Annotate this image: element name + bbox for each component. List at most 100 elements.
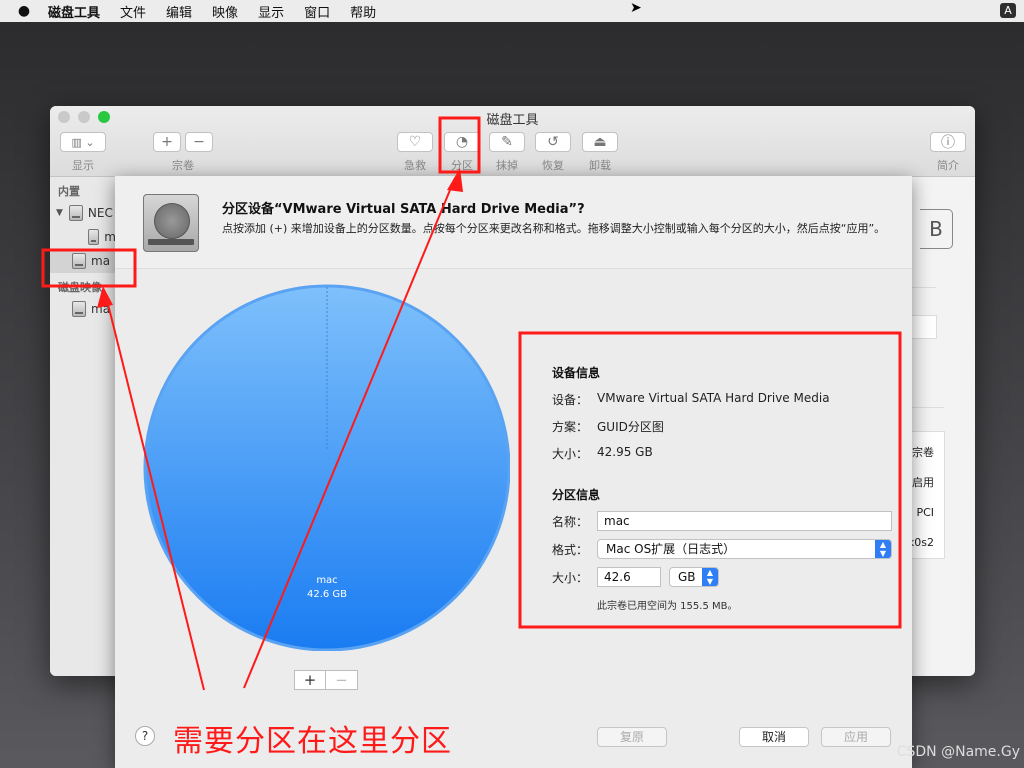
name-key: 名称： — [552, 514, 589, 529]
toolbar-restore: ↺ 恢复 — [533, 132, 573, 173]
unmount-button[interactable]: ⏏ — [582, 132, 618, 152]
input-source-badge[interactable]: A — [1000, 3, 1016, 18]
sidebar-item-label: ma — [91, 302, 111, 316]
size-key: 大小： — [552, 570, 589, 585]
info-cell: PCI — [916, 506, 934, 519]
menu-edit[interactable]: 编辑 — [166, 2, 192, 21]
size-unit-select[interactable]: GB ▲ ▼ — [669, 567, 719, 587]
sidebar-item-label: NEC — [87, 206, 113, 220]
restore-label: 恢复 — [542, 159, 564, 172]
help-button[interactable]: ? — [135, 726, 155, 746]
revert-button[interactable]: 复原 — [597, 727, 667, 747]
partition-button[interactable]: ◔ — [444, 132, 480, 152]
sheet-title: 分区设备“VMware Virtual SATA Hard Drive Medi… — [222, 202, 585, 217]
menu-app-name[interactable]: 磁盘工具 — [48, 2, 100, 21]
sidebar-item-disk[interactable]: ▼ NEC — [50, 201, 116, 225]
device-info-title: 设备信息 — [552, 366, 601, 380]
view-label: 显示 — [72, 159, 94, 172]
used-space-note: 此宗卷已用空间为 155.5 MB。 — [597, 601, 738, 612]
menu-window[interactable]: 窗口 — [304, 2, 330, 21]
toolbar-volume-group: + − 宗卷 — [151, 132, 215, 173]
disclosure-triangle-icon[interactable]: ▼ — [56, 208, 63, 218]
format-value: Mac OS扩展（日志式） — [606, 542, 736, 556]
sidebar-item-disk-image[interactable]: ma — [50, 297, 116, 321]
info-icon: ⓘ — [941, 135, 955, 151]
remove-volume-button[interactable]: − — [185, 132, 213, 152]
toolbar-partition: ◔ 分区 — [442, 132, 482, 173]
pie-slice-size: 42.6 GB — [307, 589, 347, 600]
partition-label: 分区 — [451, 159, 473, 172]
add-partition-button[interactable]: + — [294, 670, 326, 690]
mouse-cursor-icon: ➤ — [630, 0, 642, 16]
info-cell: 启用 — [912, 476, 934, 489]
unmount-label: 卸载 — [589, 159, 611, 172]
format-select[interactable]: Mac OS扩展（日志式） ▲ ▼ — [597, 539, 892, 559]
pie-chart-icon: ◔ — [455, 134, 469, 150]
toolbar-view-group: ▥ ⌄ 显示 — [58, 132, 108, 173]
partition-size-input[interactable]: 42.6 — [597, 567, 661, 587]
toolbar-info: ⓘ 简介 — [928, 132, 968, 173]
toolbar-unmount: ⏏ 卸载 — [580, 132, 620, 173]
scheme-key: 方案： — [552, 420, 589, 434]
size-unit-value: GB — [678, 570, 696, 584]
eject-icon: ⏏ — [593, 134, 607, 150]
menu-file[interactable]: 文件 — [120, 2, 146, 21]
watermark: CSDN @Name.Gy — [896, 744, 1020, 760]
annotation-text: 需要分区在这里分区 — [173, 724, 452, 759]
sidebar-item-label: ma — [91, 254, 111, 268]
divider — [912, 407, 944, 408]
partition-sheet: 分区设备“VMware Virtual SATA Hard Drive Medi… — [115, 176, 912, 768]
format-key: 格式： — [552, 542, 589, 557]
menu-help[interactable]: 帮助 — [350, 2, 376, 21]
erase-label: 抹掉 — [496, 159, 518, 172]
view-button[interactable]: ▥ ⌄ — [60, 132, 106, 152]
sidebar: 内置 ▼ NEC m ma 磁盘映像 ma — [50, 177, 117, 676]
sidebar-disk-image-header: 磁盘映像 — [58, 281, 102, 294]
sidebar-item-container[interactable]: m — [50, 225, 116, 249]
usage-bar — [912, 315, 937, 339]
add-volume-button[interactable]: + — [153, 132, 181, 152]
first-aid-label: 急救 — [404, 159, 426, 172]
partition-pie-chart: mac 42.6 GB — [143, 284, 510, 651]
hard-disk-icon — [68, 205, 83, 221]
info-panel: 设备信息 设备： VMware Virtual SATA Hard Drive … — [552, 364, 892, 612]
eraser-icon: ✎ — [501, 134, 513, 150]
info-cell: 宗卷 — [912, 446, 934, 459]
info-label: 简介 — [937, 159, 959, 172]
device-row: 设备： VMware Virtual SATA Hard Drive Media — [552, 391, 892, 408]
scheme-row: 方案： GUID分区图 — [552, 418, 892, 435]
first-aid-button[interactable]: ♡ — [397, 132, 433, 152]
sheet-header: 分区设备“VMware Virtual SATA Hard Drive Medi… — [115, 176, 912, 269]
apply-button[interactable]: 应用 — [821, 727, 891, 747]
sidebar-internal-header: 内置 — [58, 185, 80, 198]
hard-drive-icon — [143, 194, 199, 252]
apple-menu-icon[interactable]: ● — [14, 3, 34, 19]
hard-disk-icon — [72, 301, 86, 317]
detail-pane-peek: B 宗卷 启用 PCI k0s2 — [908, 177, 975, 676]
popup-chevron-icon: ▲ ▼ — [702, 568, 718, 586]
erase-button[interactable]: ✎ — [489, 132, 525, 152]
size-row: 大小： 42.6 GB ▲ ▼ — [552, 567, 892, 587]
toolbar-erase: ✎ 抹掉 — [487, 132, 527, 173]
partition-name-input[interactable]: mac — [597, 511, 892, 531]
hard-disk-icon — [88, 229, 100, 245]
window-toolbar: 磁盘工具 ▥ ⌄ 显示 + − 宗卷 ♡ 急救 ◔ 分区 ✎ 抹掉 ↺ 恢复 ⏏… — [50, 106, 975, 177]
device-value: VMware Virtual SATA Hard Drive Media — [597, 391, 830, 405]
pie-add-remove-control: + − — [294, 670, 358, 690]
info-button[interactable]: ⓘ — [930, 132, 966, 152]
info-table: 宗卷 启用 PCI k0s2 — [908, 431, 945, 559]
device-size-row: 大小： 42.95 GB — [552, 445, 892, 462]
menu-image[interactable]: 映像 — [212, 2, 238, 21]
stethoscope-icon: ♡ — [408, 134, 422, 150]
restore-icon: ↺ — [547, 134, 559, 150]
restore-button[interactable]: ↺ — [535, 132, 571, 152]
menu-view[interactable]: 显示 — [258, 2, 284, 21]
sidebar-item-volume-mac[interactable]: ma — [50, 249, 116, 273]
capacity-box: B — [920, 209, 953, 249]
partition-info-title: 分区信息 — [552, 488, 601, 502]
cancel-button[interactable]: 取消 — [739, 727, 809, 747]
menubar: ● 磁盘工具 文件 编辑 映像 显示 窗口 帮助 A — [0, 0, 1024, 23]
format-row: 格式： Mac OS扩展（日志式） ▲ ▼ — [552, 539, 892, 559]
remove-partition-button[interactable]: − — [326, 670, 358, 690]
toolbar-first-aid: ♡ 急救 — [395, 132, 435, 173]
